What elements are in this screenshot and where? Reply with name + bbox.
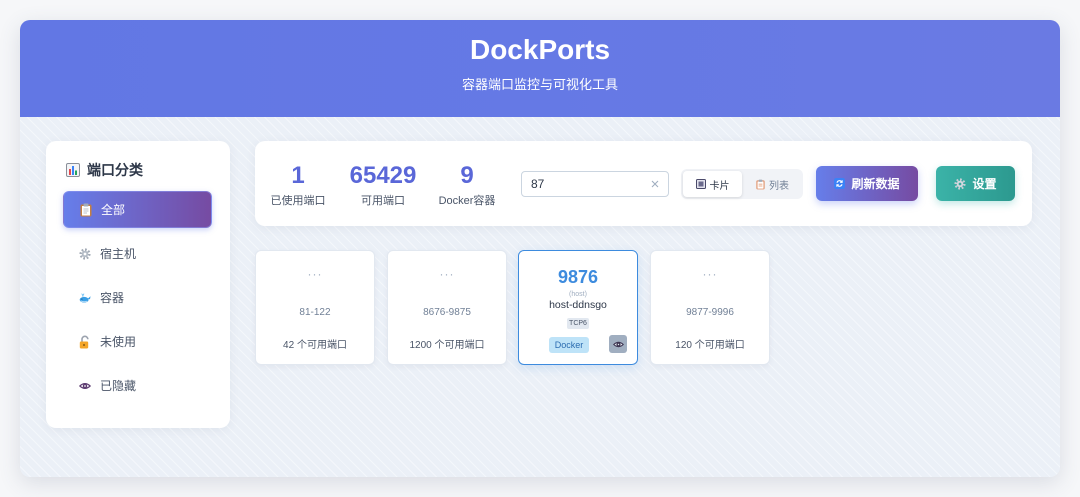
port-range: 81-122 [299,307,331,318]
header: DockPorts 容器端口监控与可视化工具 [20,20,1060,117]
stat-docker-containers: 9 Docker容器 [427,141,507,226]
clipboard-icon [80,203,92,217]
refresh-label: 刷新数据 [851,177,900,191]
gear-icon [79,247,91,260]
sidebar-title-label: 端口分类 [87,162,143,178]
available-count: 42 个可用端口 [283,340,347,351]
sidebar-item-host[interactable]: 宿主机 [63,235,212,272]
clear-icon[interactable] [650,179,660,189]
card-view-icon [695,179,706,189]
sidebar-title: 端口分类 [66,161,143,179]
stat-value: 9 [460,162,474,189]
more-dots: ··· [307,267,323,281]
sidebar: 端口分类 全部 宿主机 容器 未使用 已隐藏 [46,141,230,428]
stat-label: 可用端口 [361,195,405,207]
sidebar-item-label: 已隐藏 [100,379,137,393]
port-range-card[interactable]: ··· 81-122 42 个可用端口 [255,250,375,365]
sidebar-item-label: 全部 [101,203,126,217]
stat-value: 1 [291,162,305,189]
app-window: DockPorts 容器端口监控与可视化工具 端口分类 全部 宿主机 容器 未使… [20,20,1060,477]
unlock-icon [79,335,91,349]
more-dots: ··· [702,267,718,281]
eye-icon [79,380,91,392]
hide-port-button[interactable] [609,335,627,353]
service-name: host-ddnsgo [549,299,607,311]
docker-badge: Docker [549,337,589,353]
sidebar-item-all[interactable]: 全部 [63,191,212,228]
view-toggle: 卡片 列表 [681,169,803,199]
app-subtitle: 容器端口监控与可视化工具 [461,77,618,92]
eye-icon [612,339,624,350]
available-count: 120 个可用端口 [675,340,745,351]
sidebar-item-label: 宿主机 [100,247,137,261]
more-dots: ··· [439,267,455,281]
stat-used-ports: 1 已使用端口 [258,141,338,226]
refresh-button[interactable]: 刷新数据 [816,166,918,201]
port-range-card[interactable]: ··· 9877-9996 120 个可用端口 [650,250,770,365]
sidebar-item-label: 容器 [100,291,125,305]
used-port-card[interactable]: 9876 (host) host-ddnsgo TCP6 Docker [518,250,638,365]
stat-label: 已使用端口 [270,195,326,207]
stat-value: 65429 [349,162,417,189]
refresh-icon [834,178,846,189]
card-view-button[interactable]: 卡片 [683,171,742,197]
stat-available-ports: 65429 可用端口 [343,141,423,226]
sidebar-item-unused[interactable]: 未使用 [63,323,212,360]
app-title: DockPorts [469,34,611,65]
protocol-badge: TCP6 [567,318,589,329]
list-view-icon [756,179,765,190]
port-range: 9877-9996 [686,307,734,318]
card-view-label: 卡片 [709,180,730,192]
bar-chart-icon [66,163,80,177]
port-number: 9876 [557,267,599,287]
list-view-label: 列表 [769,180,789,192]
settings-label: 设置 [972,177,997,191]
search-input[interactable] [521,171,669,197]
port-range-card[interactable]: ··· 8676-9875 1200 个可用端口 [387,250,507,365]
toolbar: 1 已使用端口 65429 可用端口 9 Docker容器 卡片 [255,141,1032,226]
settings-button[interactable]: 设置 [936,166,1015,201]
search-box [521,171,669,197]
gear-icon [954,177,967,190]
whale-icon [79,292,91,304]
sidebar-item-container[interactable]: 容器 [63,279,212,316]
sidebar-item-hidden[interactable]: 已隐藏 [63,367,212,404]
stat-label: Docker容器 [438,195,496,207]
port-range: 8676-9875 [423,307,471,318]
sidebar-item-label: 未使用 [100,335,137,349]
available-count: 1200 个可用端口 [409,340,485,351]
list-view-button[interactable]: 列表 [744,171,801,197]
